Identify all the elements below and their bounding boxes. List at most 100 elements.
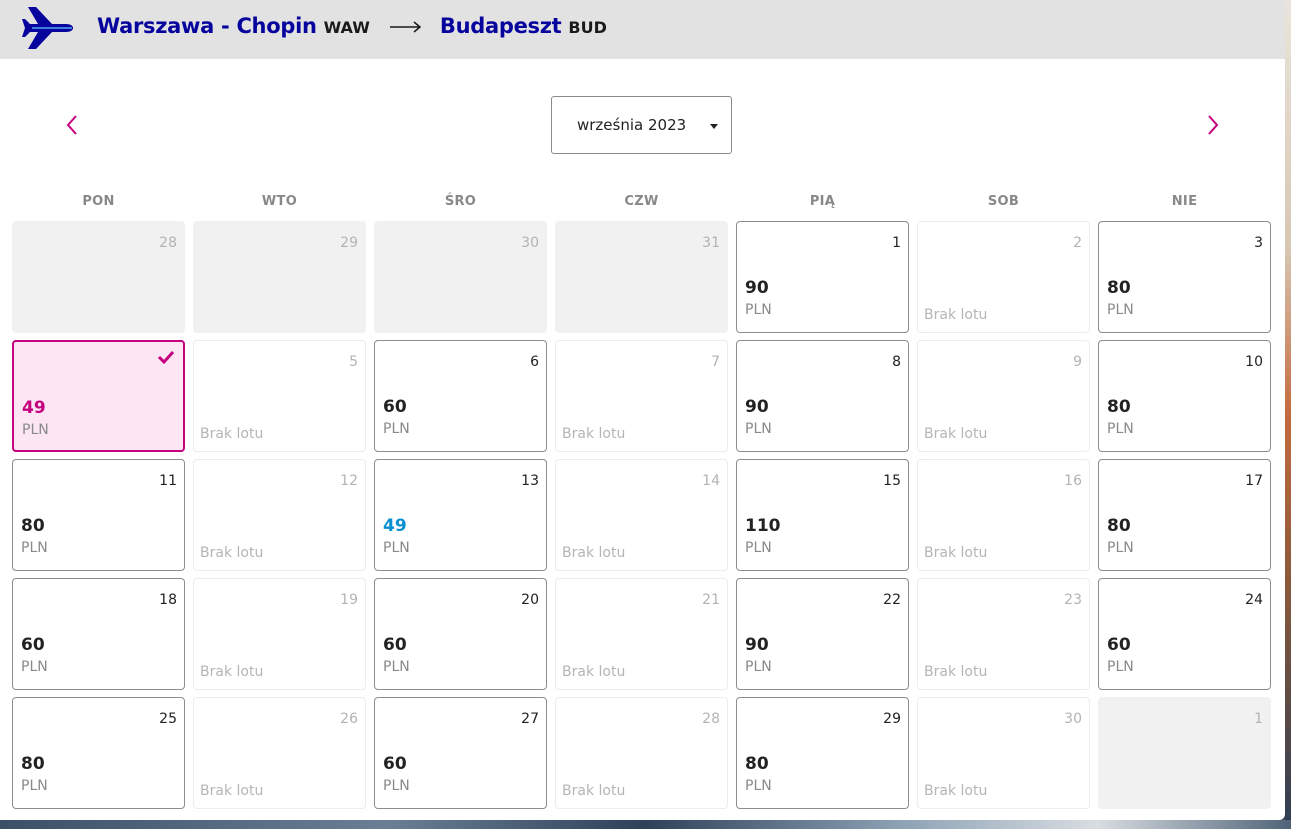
day-number: 8 <box>892 354 901 370</box>
no-flight-label: Brak lotu <box>562 426 626 442</box>
weekday-label: WTO <box>261 194 298 209</box>
fare-price: 110 <box>745 516 781 536</box>
day-number: 16 <box>1064 473 1082 489</box>
calendar-day[interactable]: 8 90 PLN <box>736 340 909 452</box>
no-flight-label: Brak lotu <box>924 664 988 680</box>
calendar-day-outside: 30 <box>374 221 547 333</box>
fare-price: 49 <box>383 516 407 536</box>
no-flight-label: Brak lotu <box>200 426 264 442</box>
calendar-day-no-flight: 9 Brak lotu <box>917 340 1090 452</box>
day-number: 21 <box>702 592 720 608</box>
day-number: 10 <box>1245 354 1263 370</box>
calendar-day-no-flight: 28 Brak lotu <box>555 697 728 809</box>
calendar-day-no-flight: 19 Brak lotu <box>193 578 366 690</box>
day-number: 28 <box>702 711 720 727</box>
fare-price: 80 <box>21 754 45 774</box>
fare-currency: PLN <box>21 540 48 556</box>
day-number: 26 <box>340 711 358 727</box>
origin-code: WAW <box>323 18 370 37</box>
next-month-button[interactable] <box>1198 110 1228 140</box>
calendar-grid: 28 29 30 31 1 90 PLN 2 Brak lotu 3 80 PLN 49 PLN 5 Brak… <box>12 221 1274 809</box>
calendar-day-selected[interactable]: 49 PLN <box>12 340 185 452</box>
calendar-day[interactable]: 22 90 PLN <box>736 578 909 690</box>
fare-currency: PLN <box>383 778 410 794</box>
fare-currency: PLN <box>1107 659 1134 675</box>
calendar-day[interactable]: 25 80 PLN <box>12 697 185 809</box>
calendar-day[interactable]: 27 60 PLN <box>374 697 547 809</box>
day-number: 28 <box>159 235 177 251</box>
destination-code: BUD <box>568 18 607 37</box>
month-label: września 2023 <box>577 116 687 134</box>
calendar-day[interactable]: 29 80 PLN <box>736 697 909 809</box>
calendar-day[interactable]: 6 60 PLN <box>374 340 547 452</box>
calendar-day[interactable]: 18 60 PLN <box>12 578 185 690</box>
day-number: 22 <box>883 592 901 608</box>
calendar-day[interactable]: 1 90 PLN <box>736 221 909 333</box>
day-number: 15 <box>883 473 901 489</box>
calendar-day[interactable]: 10 80 PLN <box>1098 340 1271 452</box>
weekday-label: ŚRO <box>444 194 477 209</box>
calendar-day-outside: 1 <box>1098 697 1271 809</box>
day-number: 11 <box>159 473 177 489</box>
fare-price: 80 <box>1107 516 1131 536</box>
fare-price: 60 <box>21 635 45 655</box>
fare-currency: PLN <box>1107 421 1134 437</box>
weekday-header: PON WTO ŚRO CZW PIĄ SOB NIE <box>12 194 1274 212</box>
no-flight-label: Brak lotu <box>562 545 626 561</box>
calendar-day[interactable]: 11 80 PLN <box>12 459 185 571</box>
fare-price: 60 <box>383 635 407 655</box>
no-flight-label: Brak lotu <box>924 426 988 442</box>
chevron-right-icon <box>1208 115 1219 135</box>
fare-currency: PLN <box>383 421 410 437</box>
day-number: 30 <box>521 235 539 251</box>
fare-price: 60 <box>1107 635 1131 655</box>
day-number: 9 <box>1073 354 1082 370</box>
fare-price: 80 <box>21 516 45 536</box>
fare-currency: PLN <box>383 540 410 556</box>
calendar-day[interactable]: 15 110 PLN <box>736 459 909 571</box>
fare-currency: PLN <box>745 540 772 556</box>
day-number: 5 <box>349 354 358 370</box>
month-select[interactable]: września 2023 <box>551 96 732 154</box>
calendar-day-no-flight: 16 Brak lotu <box>917 459 1090 571</box>
route-header: Warszawa - Chopin WAW Budapeszt BUD <box>0 0 1285 59</box>
calendar-day[interactable]: 13 49 PLN <box>374 459 547 571</box>
fare-currency: PLN <box>745 778 772 794</box>
weekday-label: CZW <box>624 194 659 209</box>
day-number: 24 <box>1245 592 1263 608</box>
destination-city: Budapeszt <box>439 14 562 38</box>
day-number: 19 <box>340 592 358 608</box>
no-flight-label: Brak lotu <box>562 664 626 680</box>
prev-month-button[interactable] <box>57 110 87 140</box>
background-photo <box>1285 0 1291 829</box>
calendar-day-outside: 29 <box>193 221 366 333</box>
fare-currency: PLN <box>1107 540 1134 556</box>
calendar-day-no-flight: 14 Brak lotu <box>555 459 728 571</box>
day-number: 29 <box>340 235 358 251</box>
fare-currency: PLN <box>22 422 49 438</box>
caret-down-icon <box>710 124 718 129</box>
check-icon <box>157 350 175 365</box>
weekday-label: NIE <box>1171 194 1198 209</box>
day-number: 29 <box>883 711 901 727</box>
day-number: 25 <box>159 711 177 727</box>
no-flight-label: Brak lotu <box>924 783 988 799</box>
day-number: 27 <box>521 711 539 727</box>
fare-price: 90 <box>745 635 769 655</box>
fare-currency: PLN <box>745 302 772 318</box>
day-number: 20 <box>521 592 539 608</box>
day-number: 1 <box>1254 711 1263 727</box>
calendar-day[interactable]: 3 80 PLN <box>1098 221 1271 333</box>
calendar-panel: Warszawa - Chopin WAW Budapeszt BUD wrze… <box>0 0 1285 820</box>
calendar-day[interactable]: 20 60 PLN <box>374 578 547 690</box>
day-number: 17 <box>1245 473 1263 489</box>
calendar-day[interactable]: 17 80 PLN <box>1098 459 1271 571</box>
calendar-day[interactable]: 24 60 PLN <box>1098 578 1271 690</box>
fare-price: 60 <box>383 397 407 417</box>
fare-price: 80 <box>1107 278 1131 298</box>
calendar-day-outside: 31 <box>555 221 728 333</box>
weekday-label: PON <box>82 194 115 209</box>
calendar-day-no-flight: 23 Brak lotu <box>917 578 1090 690</box>
day-number: 7 <box>711 354 720 370</box>
plane-icon <box>22 7 73 49</box>
